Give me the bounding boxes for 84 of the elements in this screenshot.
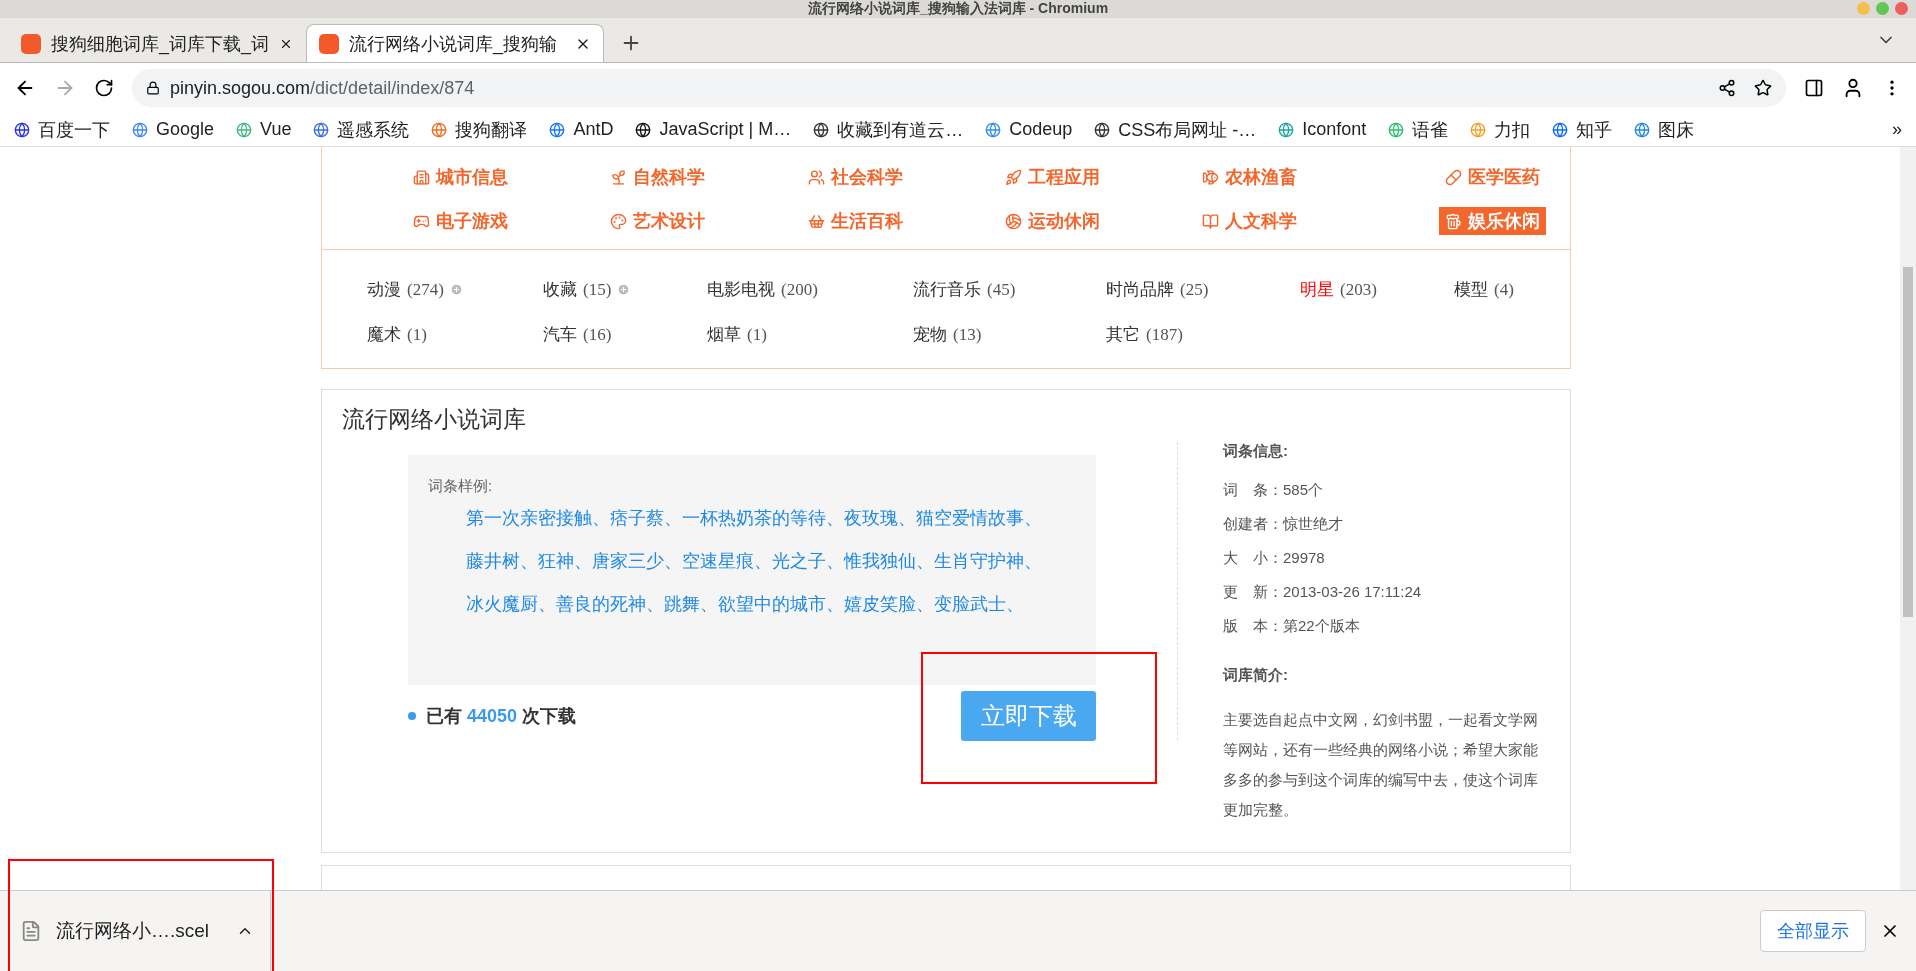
subcategory-link[interactable]: 汽车 (16): [543, 323, 612, 346]
file-icon: [20, 920, 42, 942]
bookmark-globe-icon: [236, 121, 253, 138]
bookmark-globe-icon: [132, 121, 148, 138]
address-bar[interactable]: pinyin.sogou.com/dict/detail/index/874: [132, 69, 1786, 107]
bookmark-globe-icon: [1388, 121, 1405, 138]
show-all-button[interactable]: 全部显示: [1760, 910, 1866, 952]
subcategory-link[interactable]: 模型 (4): [1454, 278, 1514, 301]
window-title: 流行网络小说词库_搜狗输入法词库 - Chromium: [807, 0, 1109, 18]
tab-favicon-icon: [21, 33, 41, 54]
bookmark-item[interactable]: 力扣: [1470, 117, 1531, 142]
subcategory-link[interactable]: 魔术 (1): [367, 323, 427, 346]
bookmark-item[interactable]: 遥感系统: [313, 117, 410, 142]
bookmark-globe-icon: [14, 121, 30, 138]
bookmark-item[interactable]: 语雀: [1388, 117, 1449, 142]
more-bookmarks-button[interactable]: »: [1892, 119, 1902, 140]
bookmark-globe-icon: [985, 121, 1002, 138]
download-item[interactable]: 流行网络小….scel: [20, 891, 271, 971]
share-icon[interactable]: [1718, 79, 1736, 97]
info-line: 更 新：2013-03-26 17:11:24: [1223, 583, 1423, 602]
info-line: 词 条：585个: [1223, 481, 1325, 500]
reload-icon[interactable]: [94, 78, 114, 98]
category-icon: [413, 168, 431, 186]
bookmark-star-icon[interactable]: [1754, 79, 1772, 97]
subcategory-link[interactable]: 动漫 (274): [367, 278, 463, 301]
intro-heading: 词库简介:: [1223, 666, 1289, 685]
bookmark-globe-icon: [431, 121, 448, 138]
category-icon: [1202, 168, 1220, 186]
info-heading: 词条信息:: [1223, 442, 1289, 461]
subcategory-link[interactable]: 电影电视 (200): [707, 278, 818, 301]
info-line: 创建者：惊世绝才: [1223, 515, 1344, 534]
bookmark-globe-icon: [1634, 121, 1651, 138]
bookmark-globe-icon: [1470, 121, 1487, 138]
info-line: 大 小：29978: [1223, 549, 1326, 568]
bookmark-item[interactable]: Codeup: [985, 119, 1073, 140]
sample-words: 藤井树、狂神、唐家三少、空速星痕、光之子、惟我独仙、生肖守护神、: [466, 550, 1043, 573]
bookmark-item[interactable]: JavaScript | M…: [635, 119, 792, 140]
bookmark-globe-icon: [1552, 121, 1569, 138]
dictionary-title: 流行网络小说词库: [342, 405, 527, 434]
category-icon: [1202, 212, 1220, 230]
subcategory-link[interactable]: 烟草 (1): [707, 323, 767, 346]
scrollbar[interactable]: [1900, 147, 1916, 890]
subcategory-link[interactable]: 时尚品牌 (25): [1106, 278, 1209, 301]
sample-words: 第一次亲密接触、痞子蔡、一杯热奶茶的等待、夜玫瑰、猫空爱情故事、: [466, 507, 1043, 530]
category-icon: [1445, 212, 1462, 230]
bookmark-globe-icon: [549, 121, 566, 138]
sample-words: 冰火魔厨、善良的死神、跳舞、欲望中的城市、嬉皮笑脸、变脸武士、: [466, 593, 1025, 616]
bullet-icon: [408, 712, 416, 720]
bookmark-item[interactable]: Iconfont: [1278, 119, 1367, 140]
category-icon: [610, 168, 628, 186]
category-icon: [807, 168, 825, 186]
tab-favicon-icon: [319, 33, 339, 54]
bookmark-item[interactable]: Vue: [236, 119, 292, 140]
category-icon: [1005, 212, 1023, 230]
bookmark-item[interactable]: 收藏到有道云…: [813, 117, 964, 142]
lock-icon: [146, 81, 160, 95]
bookmark-globe-icon: [1094, 121, 1111, 138]
info-line: 版 本：第22个版本: [1223, 617, 1361, 636]
subcategory-link[interactable]: 明星 (203): [1300, 278, 1377, 301]
bookmark-item[interactable]: 搜狗翻译: [431, 117, 528, 142]
bookmark-item[interactable]: 知乎: [1552, 117, 1613, 142]
subcategory-link[interactable]: 收藏 (15): [543, 278, 631, 301]
category-icon: [610, 212, 628, 230]
bookmark-item[interactable]: Google: [132, 119, 215, 140]
bookmark-item[interactable]: 图床: [1634, 117, 1695, 142]
bookmark-globe-icon: [813, 121, 830, 138]
bookmark-item[interactable]: 百度一下: [14, 117, 110, 142]
subcategory-link[interactable]: 其它 (187): [1106, 323, 1183, 346]
browser-tab[interactable]: 搜狗细胞词库_词库下载_词: [8, 24, 306, 62]
category-icon: [1005, 168, 1023, 186]
intro-text: 主要选自起点中文网，幻剑书盟，一起看文学网等网站，还有一些经典的网络小说；希望大家能多多的参与到这个词库的编写中去，使这个词库更加完整。: [1223, 710, 1539, 820]
subcategory-link[interactable]: 流行音乐 (45): [913, 278, 1016, 301]
bookmark-item[interactable]: AntD: [549, 119, 614, 140]
bookmark-item[interactable]: CSS布局网址 -…: [1094, 117, 1257, 142]
sample-label: 词条样例:: [428, 477, 494, 496]
category-icon: [807, 212, 825, 230]
subcategory-link[interactable]: 宠物 (13): [913, 323, 982, 346]
download-count: 已有 44050 次下载: [426, 705, 577, 728]
bookmark-globe-icon: [635, 121, 652, 138]
bookmark-globe-icon: [313, 121, 330, 138]
category-icon: [1445, 168, 1462, 186]
side-panel-icon[interactable]: [1804, 78, 1824, 98]
bookmark-globe-icon: [1278, 121, 1295, 138]
browser-tab[interactable]: 流行网络小说词库_搜狗输: [306, 24, 604, 62]
